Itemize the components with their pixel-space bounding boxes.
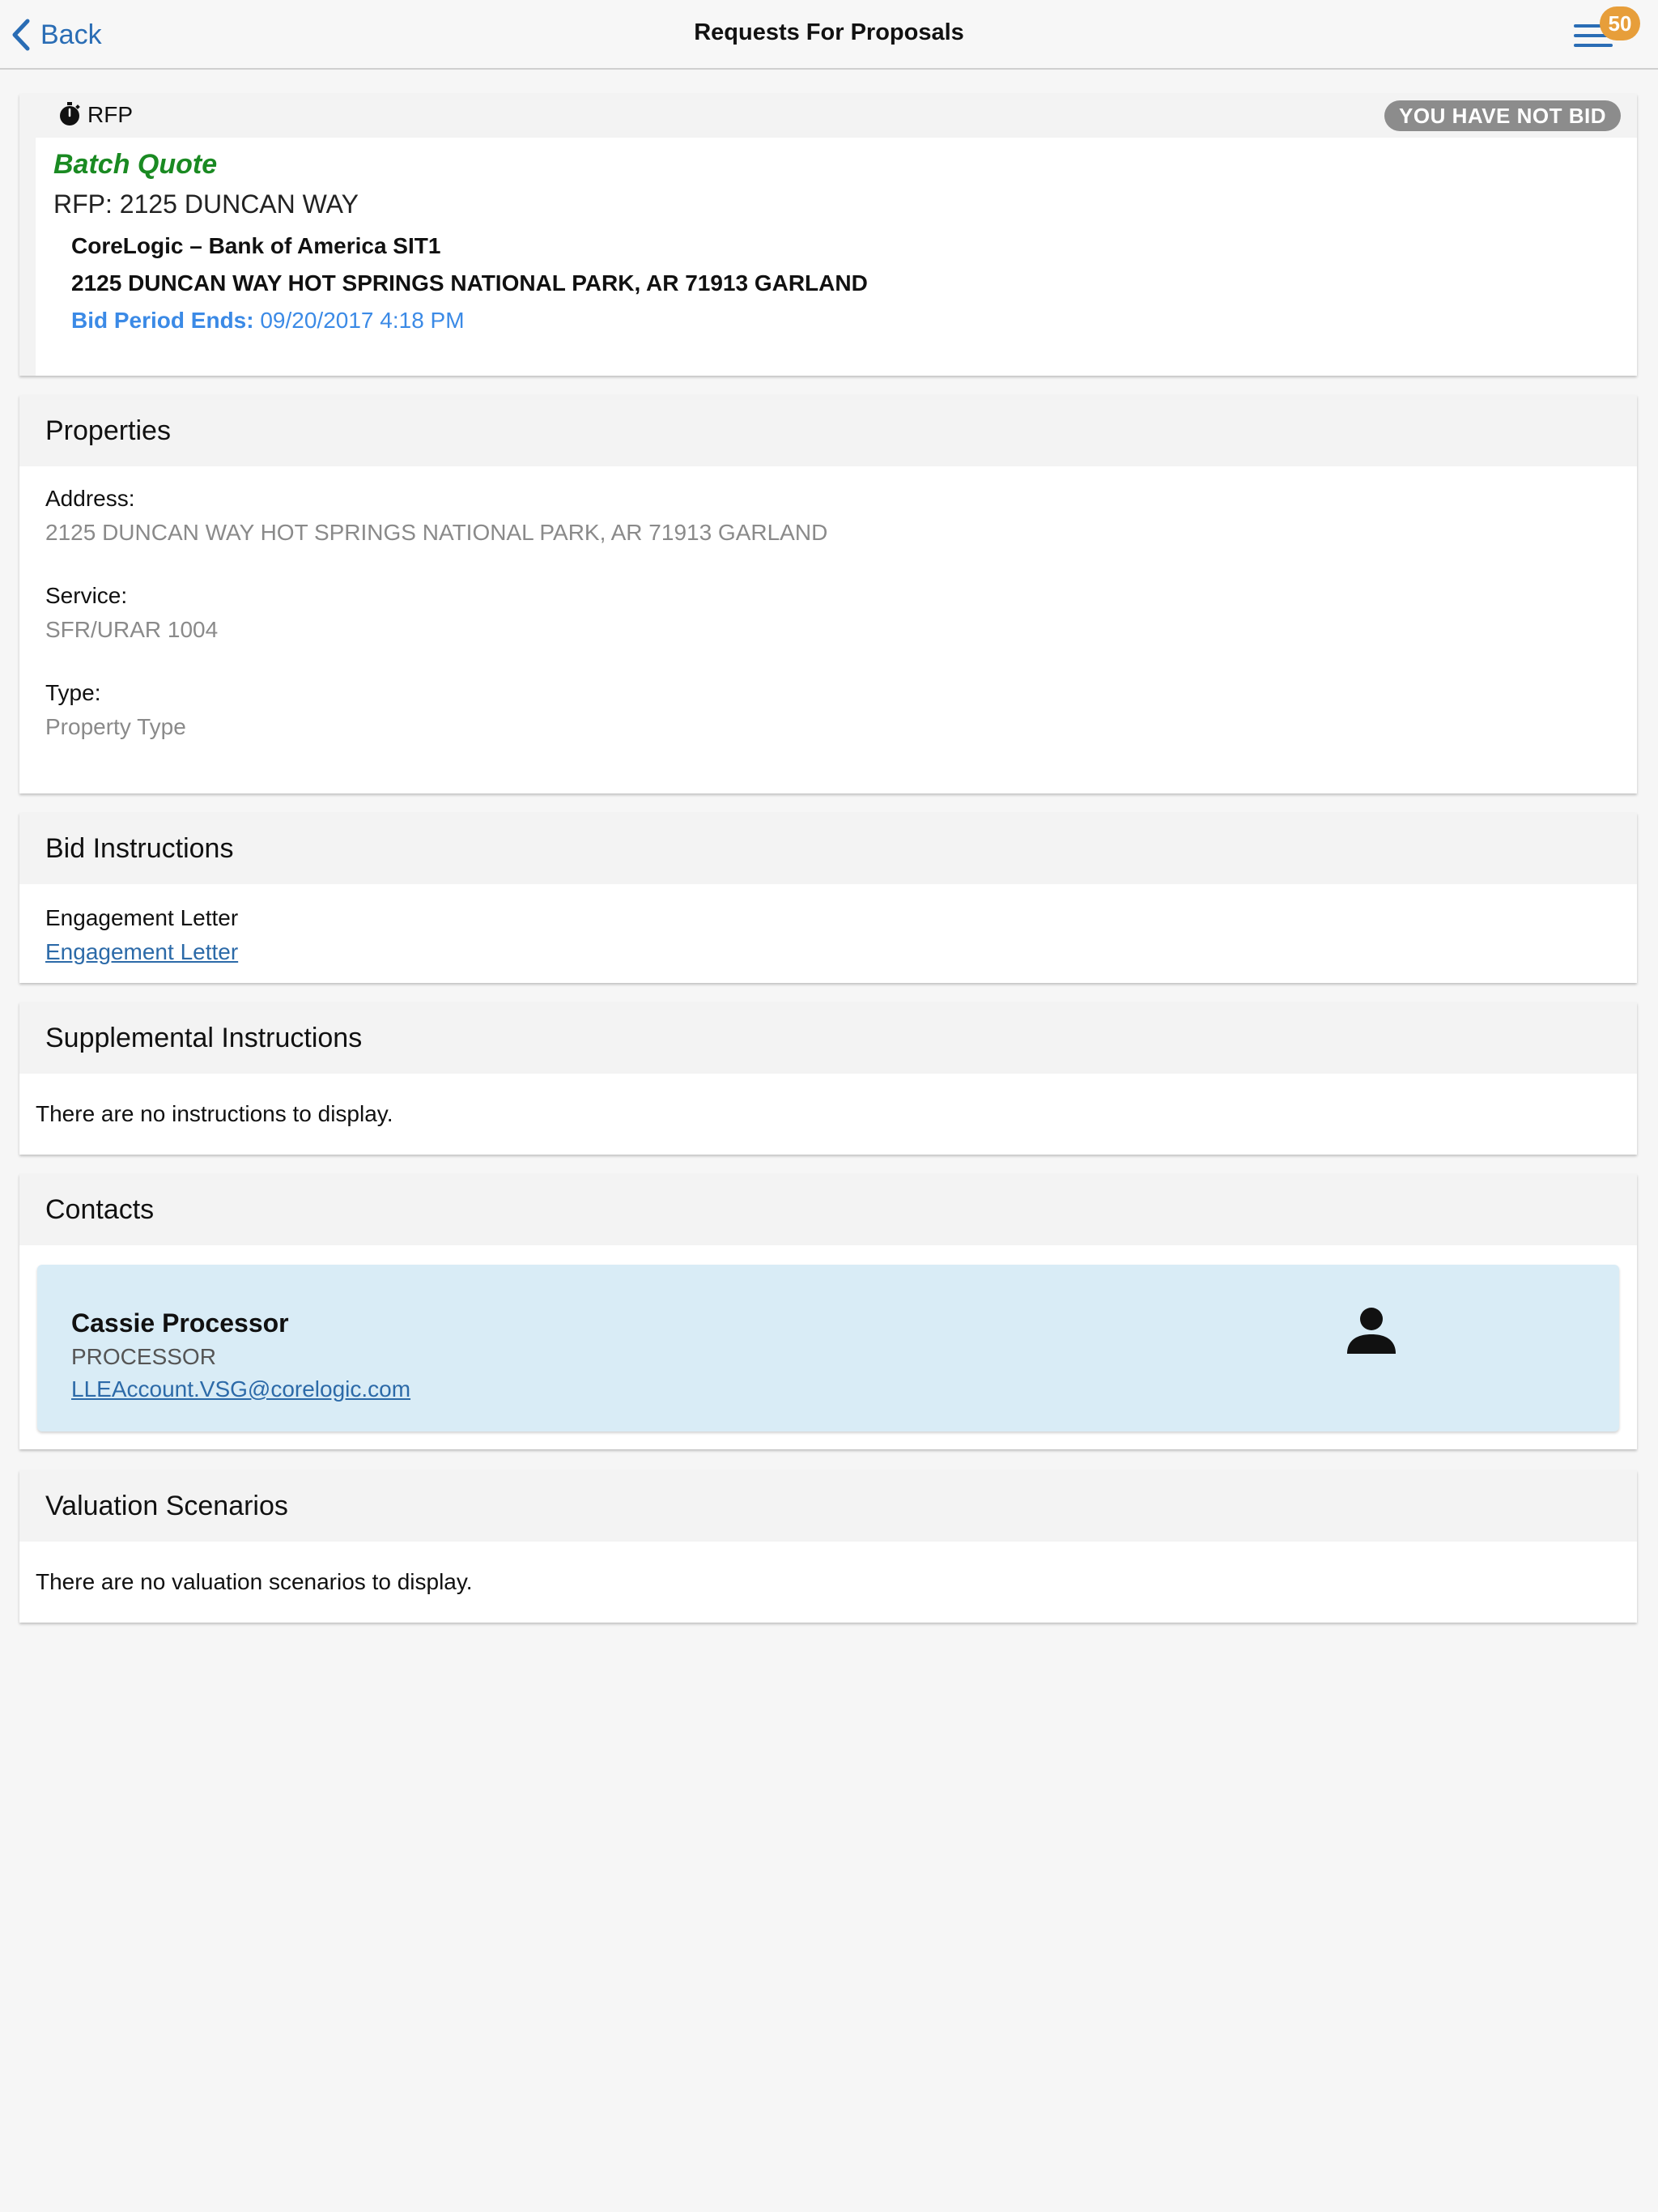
engagement-letter-link[interactable]: Engagement Letter [45,939,238,965]
properties-section: Properties Address: 2125 DUNCAN WAY HOT … [19,395,1637,793]
notification-badge: 50 [1600,6,1640,40]
type-value: Property Type [45,714,186,739]
service-label: Service: [45,583,128,608]
bid-instructions-section: Bid Instructions Engagement Letter Engag… [19,813,1637,983]
rfp-type-label: RFP [87,102,133,127]
valuation-scenarios-header: Valuation Scenarios [19,1470,1637,1542]
rfp-summary-card: RFP YOU HAVE NOT BID Batch Quote RFP: 21… [19,94,1637,376]
bid-status-badge: YOU HAVE NOT BID [1384,100,1621,131]
rfp-card-header: RFP YOU HAVE NOT BID [19,94,1637,138]
rfp-title: RFP: 2125 DUNCAN WAY [53,189,359,219]
bid-period-value: 09/20/2017 4:18 PM [260,308,465,333]
service-value: SFR/URAR 1004 [45,617,219,642]
properties-header: Properties [19,395,1637,466]
valuation-scenarios-section: Valuation Scenarios There are no valuati… [19,1470,1637,1623]
batch-quote-label: Batch Quote [53,149,218,180]
client-name: CoreLogic – Bank of America SIT1 [71,233,441,258]
contacts-section: Contacts Cassie Processor PROCESSOR LLEA… [19,1174,1637,1449]
address-value: 2125 DUNCAN WAY HOT SPRINGS NATIONAL PAR… [45,520,828,545]
contacts-header: Contacts [19,1174,1637,1245]
contact-name: Cassie Processor [71,1308,289,1338]
contact-email-link[interactable]: LLEAccount.VSG@corelogic.com [71,1376,410,1402]
hamburger-icon-line [1574,44,1613,47]
page-title: Requests For Proposals [694,19,964,45]
person-icon [1347,1308,1396,1354]
contact-role: PROCESSOR [71,1344,216,1369]
bid-period: Bid Period Ends: 09/20/2017 4:18 PM [71,308,465,334]
supplemental-empty-message: There are no instructions to display. [36,1101,393,1126]
rfp-address: 2125 DUNCAN WAY HOT SPRINGS NATIONAL PAR… [71,270,868,296]
rfp-card-body[interactable]: Batch Quote RFP: 2125 DUNCAN WAY CoreLog… [19,138,1637,376]
supplemental-instructions-header: Supplemental Instructions [19,1002,1637,1074]
address-label: Address: [45,486,135,511]
top-navigation-bar: Back Requests For Proposals 50 [0,0,1658,70]
contact-card[interactable]: Cassie Processor PROCESSOR LLEAccount.VS… [37,1265,1619,1431]
bid-instructions-header: Bid Instructions [19,813,1637,884]
engagement-letter-label: Engagement Letter [45,905,239,930]
bid-period-label: Bid Period Ends: [71,308,254,333]
supplemental-instructions-section: Supplemental Instructions There are no i… [19,1002,1637,1155]
valuation-empty-message: There are no valuation scenarios to disp… [36,1569,473,1594]
stopwatch-icon [60,102,80,125]
type-label: Type: [45,680,101,705]
